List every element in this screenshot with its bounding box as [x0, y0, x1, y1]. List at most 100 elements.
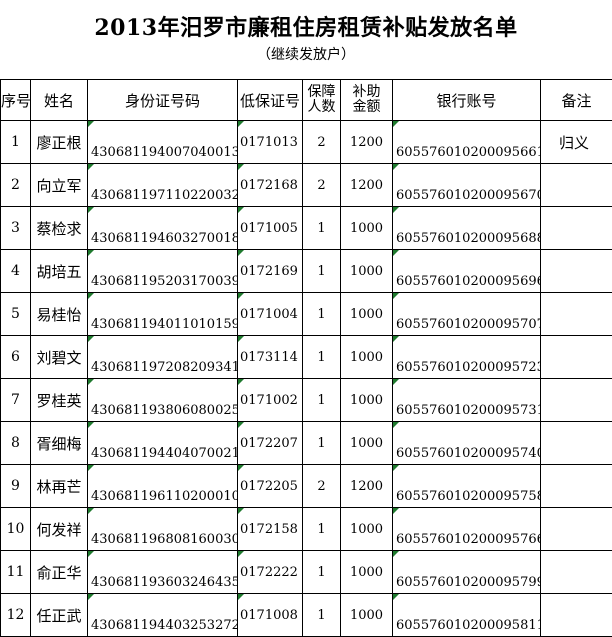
row-note — [541, 293, 612, 336]
row-bank-account: 605576010200095723 — [393, 336, 541, 379]
page-title: 2013年汨罗市廉租住房租赁补贴发放名单 — [0, 10, 612, 42]
row-persons: 1 — [303, 250, 341, 293]
header-row: 序号 姓名 身份证号码 低保证号 保障人数 补助金额 银行账号 备注 — [1, 80, 612, 121]
row-index: 9 — [1, 465, 31, 508]
row-amount: 1000 — [341, 207, 393, 250]
header-amount: 补助金额 — [341, 80, 393, 121]
row-id-number: 430681196808160030 — [88, 508, 238, 551]
header-note: 备注 — [541, 80, 612, 121]
row-id-number: 430681194603270018 — [88, 207, 238, 250]
row-note: 归义 — [541, 121, 612, 164]
row-bank-account: 605576010200095758 — [393, 465, 541, 508]
row-name: 何发祥 — [31, 508, 88, 551]
header-persons: 保障人数 — [303, 80, 341, 121]
row-bank-account: 605576010200095696 — [393, 250, 541, 293]
row-note — [541, 508, 612, 551]
row-index: 7 — [1, 379, 31, 422]
row-dibao-number: 0172205 — [238, 465, 303, 508]
row-name: 易桂怡 — [31, 293, 88, 336]
row-id-number: 430681194403253272 — [88, 594, 238, 637]
table-row: 4胡培五430681195203170039017216911000605576… — [1, 250, 612, 293]
row-amount: 1200 — [341, 121, 393, 164]
row-index: 1 — [1, 121, 31, 164]
row-index: 11 — [1, 551, 31, 594]
row-persons: 1 — [303, 379, 341, 422]
row-bank-account: 605576010200095688 — [393, 207, 541, 250]
row-name: 俞正华 — [31, 551, 88, 594]
row-note — [541, 336, 612, 379]
row-id-number: 430681197110220032 — [88, 164, 238, 207]
row-dibao-number: 0172222 — [238, 551, 303, 594]
row-note — [541, 594, 612, 637]
row-bank-account: 605576010200095731 — [393, 379, 541, 422]
row-amount: 1000 — [341, 422, 393, 465]
table-row: 7罗桂英430681193806080025017100211000605576… — [1, 379, 612, 422]
table-row: 1廖正根430681194007040013017101321200605576… — [1, 121, 612, 164]
row-name: 向立军 — [31, 164, 88, 207]
header-idx: 序号 — [1, 80, 31, 121]
row-persons: 2 — [303, 121, 341, 164]
row-note — [541, 250, 612, 293]
header-account: 银行账号 — [393, 80, 541, 121]
row-dibao-number: 0171013 — [238, 121, 303, 164]
table-row: 8胥细梅430681194404070021017220711000605576… — [1, 422, 612, 465]
row-dibao-number: 0171002 — [238, 379, 303, 422]
row-bank-account: 605576010200095766 — [393, 508, 541, 551]
row-persons: 1 — [303, 594, 341, 637]
row-note — [541, 422, 612, 465]
table-row: 11俞正华43068119360324643501722221100060557… — [1, 551, 612, 594]
header-name: 姓名 — [31, 80, 88, 121]
row-persons: 2 — [303, 465, 341, 508]
row-amount: 1000 — [341, 551, 393, 594]
row-amount: 1000 — [341, 508, 393, 551]
row-bank-account: 605576010200095707 — [393, 293, 541, 336]
table-row: 9林再芒430681196110200010017220521200605576… — [1, 465, 612, 508]
row-amount: 1000 — [341, 594, 393, 637]
row-id-number: 430681193806080025 — [88, 379, 238, 422]
row-name: 罗桂英 — [31, 379, 88, 422]
row-dibao-number: 0172158 — [238, 508, 303, 551]
row-persons: 1 — [303, 207, 341, 250]
table-row: 12任正武43068119440325327201710081100060557… — [1, 594, 612, 637]
row-persons: 1 — [303, 551, 341, 594]
row-dibao-number: 0171008 — [238, 594, 303, 637]
row-id-number: 430681194007040013 — [88, 121, 238, 164]
row-dibao-number: 0172207 — [238, 422, 303, 465]
table-row: 3蔡检求430681194603270018017100511000605576… — [1, 207, 612, 250]
row-index: 10 — [1, 508, 31, 551]
row-amount: 1200 — [341, 465, 393, 508]
row-persons: 1 — [303, 508, 341, 551]
row-amount: 1000 — [341, 336, 393, 379]
row-id-number: 430681194011010159 — [88, 293, 238, 336]
row-bank-account: 605576010200095799 — [393, 551, 541, 594]
row-dibao-number: 0171005 — [238, 207, 303, 250]
row-persons: 2 — [303, 164, 341, 207]
row-persons: 1 — [303, 293, 341, 336]
row-name: 胡培五 — [31, 250, 88, 293]
row-dibao-number: 0173114 — [238, 336, 303, 379]
row-note — [541, 379, 612, 422]
row-name: 胥细梅 — [31, 422, 88, 465]
row-id-number: 430681194404070021 — [88, 422, 238, 465]
row-amount: 1000 — [341, 250, 393, 293]
row-index: 3 — [1, 207, 31, 250]
table-row: 5易桂怡430681194011010159017100411000605576… — [1, 293, 612, 336]
row-persons: 1 — [303, 422, 341, 465]
row-note — [541, 207, 612, 250]
page-subtitle: （继续发放户） — [0, 44, 612, 64]
row-name: 蔡检求 — [31, 207, 88, 250]
row-id-number: 430681197208209341 — [88, 336, 238, 379]
table-row: 10何发祥43068119680816003001721581100060557… — [1, 508, 612, 551]
row-id-number: 430681196110200010 — [88, 465, 238, 508]
row-index: 2 — [1, 164, 31, 207]
row-bank-account: 605576010200095811 — [393, 594, 541, 637]
header-id: 身份证号码 — [88, 80, 238, 121]
row-id-number: 430681195203170039 — [88, 250, 238, 293]
table-row: 2向立军430681197110220032017216821200605576… — [1, 164, 612, 207]
row-dibao-number: 0171004 — [238, 293, 303, 336]
row-amount: 1000 — [341, 379, 393, 422]
row-index: 6 — [1, 336, 31, 379]
row-persons: 1 — [303, 336, 341, 379]
row-note — [541, 465, 612, 508]
row-bank-account: 605576010200095670 — [393, 164, 541, 207]
